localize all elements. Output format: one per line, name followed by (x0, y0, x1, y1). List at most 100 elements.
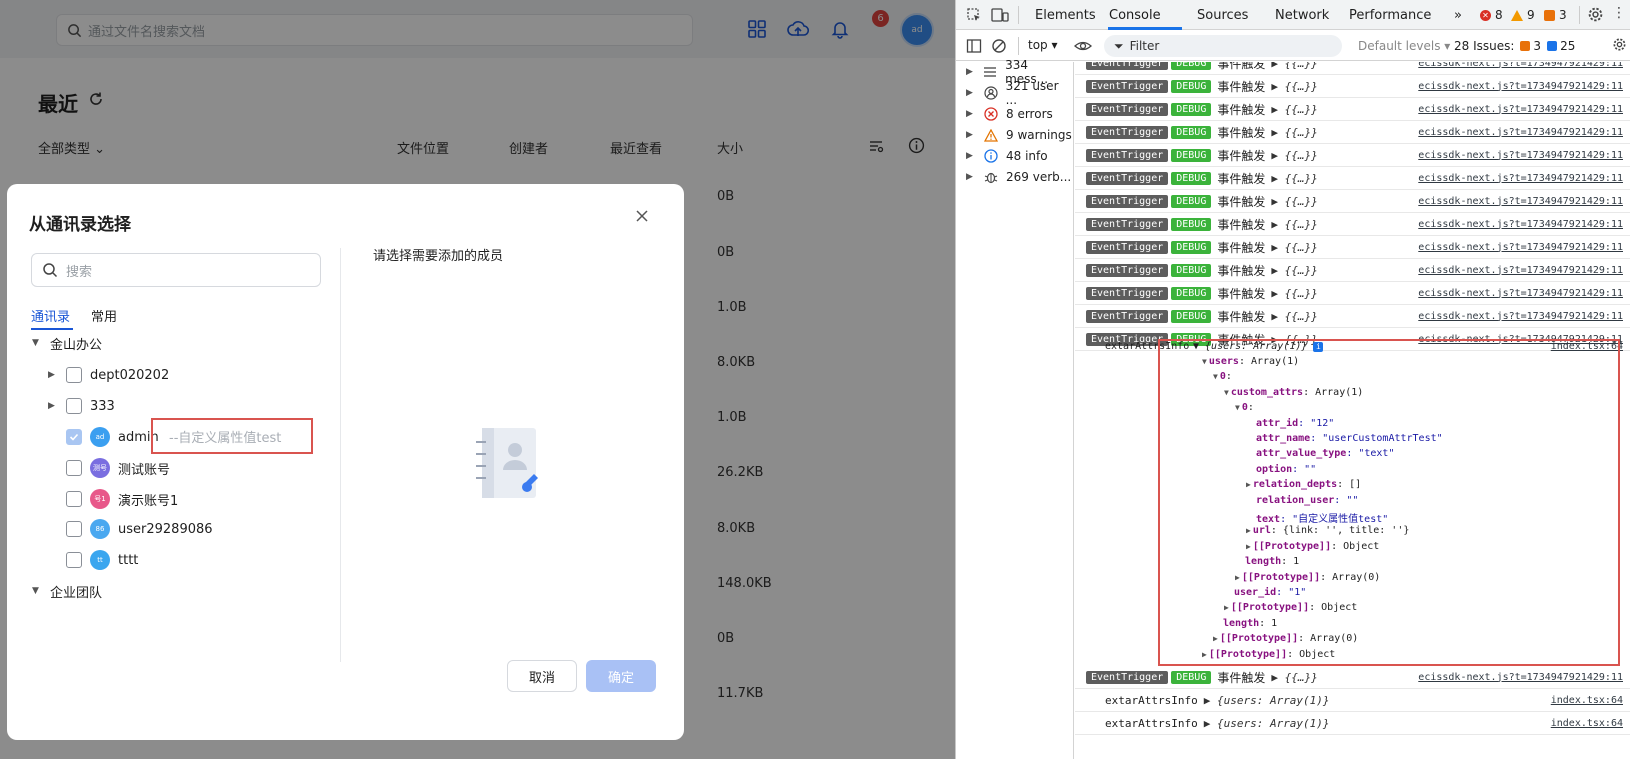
issue-counter[interactable]: 3 (1544, 8, 1567, 22)
log-object[interactable]: ▶ {{…}} (1271, 149, 1317, 162)
member-row[interactable]: tt tttt (48, 549, 138, 571)
log-source-link[interactable]: index.tsx:64 (1551, 718, 1623, 729)
console-filter-input[interactable]: ⏷ Filter (1104, 35, 1342, 57)
sidebar-item-user-messages[interactable]: ▶ 321 user ... (966, 79, 1073, 107)
tab-elements[interactable]: Elements (1035, 8, 1096, 23)
log-row[interactable]: EventTrigger DEBUG 事件触发 ▶ {{…}} ecissdk-next… (1075, 62, 1630, 75)
context-selector[interactable]: top ▾ (1028, 38, 1058, 52)
more-tabs-button[interactable]: » (1454, 8, 1462, 23)
log-row[interactable]: EventTrigger DEBUG 事件触发 ▶ {{…}} ecissdk-next… (1075, 282, 1630, 305)
device-toolbar-icon[interactable] (991, 7, 1009, 27)
eye-icon[interactable] (1074, 38, 1092, 58)
group-enterprise-team[interactable]: ▼ 企业团队 (32, 580, 102, 602)
checkbox[interactable] (66, 491, 82, 507)
sidebar-toggle-icon[interactable] (966, 38, 982, 58)
checkbox[interactable] (66, 367, 82, 383)
log-levels-dropdown[interactable]: Default levels ▾ (1358, 39, 1450, 53)
log-object[interactable]: ▶ {{…}} (1271, 241, 1317, 254)
member-row-admin[interactable]: ad admin (48, 426, 159, 448)
log-source-link[interactable]: ecissdk-next.js?t=1734947921429:11 (1418, 672, 1623, 683)
log-object[interactable]: ▶ {{…}} (1271, 671, 1317, 684)
log-object[interactable]: ▶ {{…}} (1271, 62, 1317, 70)
dept-row[interactable]: ▶ dept020202 (48, 364, 169, 386)
log-row[interactable]: EventTrigger DEBUG 事件触发 ▶ {{…}} ecissdk-next… (1075, 213, 1630, 236)
checkbox[interactable] (66, 521, 82, 537)
tab-contacts[interactable]: 通讯录 (31, 306, 70, 325)
log-row[interactable]: EventTrigger DEBUG 事件触发 ▶ {{…}} ecissdk-next… (1075, 98, 1630, 121)
confirm-button[interactable]: 确定 (586, 660, 656, 692)
log-object[interactable]: ▶ {{…}} (1271, 126, 1317, 139)
checkbox[interactable] (66, 398, 82, 414)
member-row[interactable]: 号1 演示账号1 (48, 488, 178, 510)
cancel-button[interactable]: 取消 (507, 660, 577, 692)
sidebar-item-verbose[interactable]: ▶ 269 verb... (966, 167, 1071, 187)
dept-row[interactable]: ▶ 333 (48, 395, 115, 417)
log-event-text: 事件触发 (1217, 148, 1266, 163)
log-source-link[interactable]: ecissdk-next.js?t=1734947921429:11 (1418, 81, 1623, 92)
log-source-link[interactable]: ecissdk-next.js?t=1734947921429:11 (1418, 127, 1623, 138)
error-counter[interactable]: ✕ 8 (1480, 8, 1503, 22)
log-object[interactable]: ▶ {{…}} (1271, 287, 1317, 300)
log-object[interactable]: ▶ {{…}} (1271, 264, 1317, 277)
log-row[interactable]: EventTrigger DEBUG 事件触发 ▶ {{…}} ecissdk-next… (1075, 75, 1630, 98)
log-object[interactable]: ▶ {{…}} (1271, 172, 1317, 185)
log-source-link[interactable]: index.tsx:64 (1551, 695, 1623, 706)
log-level-badge: DEBUG (1171, 171, 1212, 185)
member-row[interactable]: 测号 测试账号 (48, 457, 170, 479)
warning-counter[interactable]: 9 (1511, 8, 1535, 22)
log-object[interactable]: ▶ {{…}} (1271, 195, 1317, 208)
inspect-element-icon[interactable] (966, 7, 982, 27)
log-row[interactable]: EventTrigger DEBUG 事件触发 ▶ {{…}} ecissdk-next… (1075, 259, 1630, 282)
clear-console-icon[interactable] (991, 38, 1007, 58)
tab-frequent[interactable]: 常用 (91, 306, 117, 325)
checkbox-checked[interactable] (66, 429, 82, 445)
log-source-link[interactable]: ecissdk-next.js?t=1734947921429:11 (1418, 62, 1623, 69)
context-label: top (1028, 38, 1048, 52)
tab-performance[interactable]: Performance (1349, 8, 1431, 23)
close-icon[interactable] (634, 208, 654, 228)
tab-sources[interactable]: Sources (1197, 8, 1248, 23)
log-row[interactable]: EventTrigger DEBUG 事件触发 ▶ {{…}} ecissdk-next… (1075, 167, 1630, 190)
gear-icon[interactable] (1587, 6, 1604, 27)
log-source-link[interactable]: ecissdk-next.js?t=1734947921429:11 (1418, 265, 1623, 276)
avatar: 测号 (90, 458, 110, 478)
log-source-link[interactable]: ecissdk-next.js?t=1734947921429:11 (1418, 173, 1623, 184)
issue-count: 3 (1559, 8, 1567, 22)
log-row[interactable]: EventTrigger DEBUG 事件触发 ▶ {{…}} ecissdk-next… (1075, 144, 1630, 167)
log-object[interactable]: ▶ {users: Array(1)} (1204, 717, 1330, 730)
log-object[interactable]: ▶ {{…}} (1271, 310, 1317, 323)
log-source-link[interactable]: ecissdk-next.js?t=1734947921429:11 (1418, 150, 1623, 161)
log-row[interactable]: EventTrigger DEBUG 事件触发 ▶ {{…}} ecissdk-next… (1075, 666, 1630, 689)
log-row[interactable]: EventTrigger DEBUG 事件触发 ▶ {{…}} ecissdk-next… (1075, 121, 1630, 144)
log-row[interactable]: EventTrigger DEBUG 事件触发 ▶ {{…}} ecissdk-next… (1075, 236, 1630, 259)
log-object[interactable]: ▶ {{…}} (1271, 218, 1317, 231)
log-row[interactable]: EventTrigger DEBUG 事件触发 ▶ {{…}} ecissdk-next… (1075, 190, 1630, 213)
group-kingsoft-office[interactable]: ▼ 金山办公 (32, 332, 102, 354)
log-source-link[interactable]: ecissdk-next.js?t=1734947921429:11 (1418, 196, 1623, 207)
log-row[interactable]: extarAttrsInfo ▶ {users: Array(1)} index.t… (1075, 689, 1630, 712)
issues-summary[interactable]: 28 Issues: 3 25 (1454, 39, 1575, 53)
log-object[interactable]: ▶ {{…}} (1271, 103, 1317, 116)
log-object[interactable]: ▶ {users: Array(1)} (1204, 694, 1330, 707)
log-tag: EventTrigger (1086, 62, 1169, 70)
log-row[interactable]: EventTrigger DEBUG 事件触发 ▶ {{…}} ecissdk-next… (1075, 305, 1630, 328)
log-source-link[interactable]: ecissdk-next.js?t=1734947921429:11 (1418, 311, 1623, 322)
tab-console[interactable]: Console (1109, 8, 1161, 23)
log-source-link[interactable]: ecissdk-next.js?t=1734947921429:11 (1418, 242, 1623, 253)
log-source-link[interactable]: ecissdk-next.js?t=1734947921429:11 (1418, 104, 1623, 115)
log-source-link[interactable]: ecissdk-next.js?t=1734947921429:11 (1418, 219, 1623, 230)
member-row[interactable]: 86 user29289086 (48, 518, 213, 540)
tab-network[interactable]: Network (1275, 8, 1329, 23)
sidebar-item-errors[interactable]: ▶ 8 errors (966, 104, 1053, 124)
sidebar-item-info[interactable]: ▶ 48 info (966, 146, 1048, 166)
sidebar-item-warnings[interactable]: ▶ 9 warnings (966, 125, 1072, 145)
log-source-link[interactable]: ecissdk-next.js?t=1734947921429:11 (1418, 288, 1623, 299)
log-row[interactable]: extarAttrsInfo ▶ {users: Array(1)} index.t… (1075, 712, 1630, 735)
log-object[interactable]: ▶ {{…}} (1271, 80, 1317, 93)
log-event-text: 事件触发 (1217, 217, 1266, 232)
checkbox[interactable] (66, 552, 82, 568)
gear-icon[interactable] (1612, 37, 1627, 56)
checkbox[interactable] (66, 460, 82, 476)
more-options-icon[interactable]: ⋮ (1612, 5, 1626, 21)
contact-search-input[interactable]: 搜索 (31, 253, 321, 287)
